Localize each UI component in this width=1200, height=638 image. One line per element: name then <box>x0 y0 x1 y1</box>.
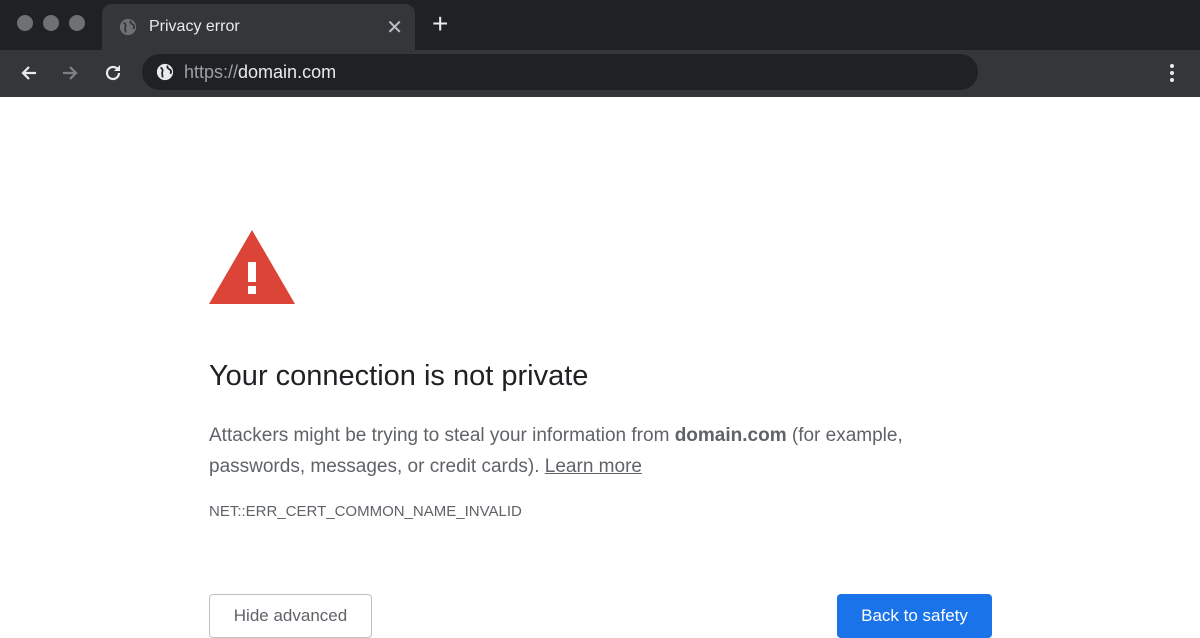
page-title: Your connection is not private <box>209 360 589 392</box>
maximize-window-button[interactable] <box>69 15 85 31</box>
close-tab-icon[interactable]: ✕ <box>386 15 403 40</box>
error-code: NET::ERR_CERT_COMMON_NAME_INVALID <box>209 503 522 520</box>
message-domain: domain.com <box>674 425 787 446</box>
tab-privacy-error[interactable]: Privacy error ✕ <box>102 4 415 50</box>
more-menu-icon[interactable] <box>1162 61 1182 85</box>
toolbar: https://domain.com <box>0 50 1200 97</box>
arrow-right-icon <box>63 66 78 80</box>
hide-advanced-button[interactable]: Hide advanced <box>209 594 372 638</box>
title-bar: Privacy error ✕ + <box>0 0 1200 50</box>
back-to-safety-button[interactable]: Back to safety <box>837 594 992 638</box>
warning-triangle-icon <box>209 230 295 304</box>
tab-title: Privacy error <box>149 18 240 35</box>
new-tab-button[interactable]: + <box>432 10 448 38</box>
back-button[interactable] <box>16 60 42 86</box>
url-host: domain.com <box>238 61 337 82</box>
message-text: Attackers might be trying to steal your … <box>209 425 675 446</box>
reload-button[interactable] <box>100 60 126 86</box>
url-text: https://domain.com <box>184 62 336 83</box>
learn-more-link[interactable]: Learn more <box>545 456 642 477</box>
url-scheme: https:// <box>184 61 239 82</box>
reload-icon <box>105 65 121 81</box>
address-bar[interactable]: https://domain.com <box>142 54 978 90</box>
globe-icon <box>119 18 137 36</box>
error-message: Attackers might be trying to steal your … <box>209 420 989 482</box>
minimize-window-button[interactable] <box>43 15 59 31</box>
close-window-button[interactable] <box>17 15 33 31</box>
globe-icon <box>156 63 174 81</box>
arrow-left-icon <box>21 66 36 80</box>
forward-button[interactable] <box>57 60 83 86</box>
